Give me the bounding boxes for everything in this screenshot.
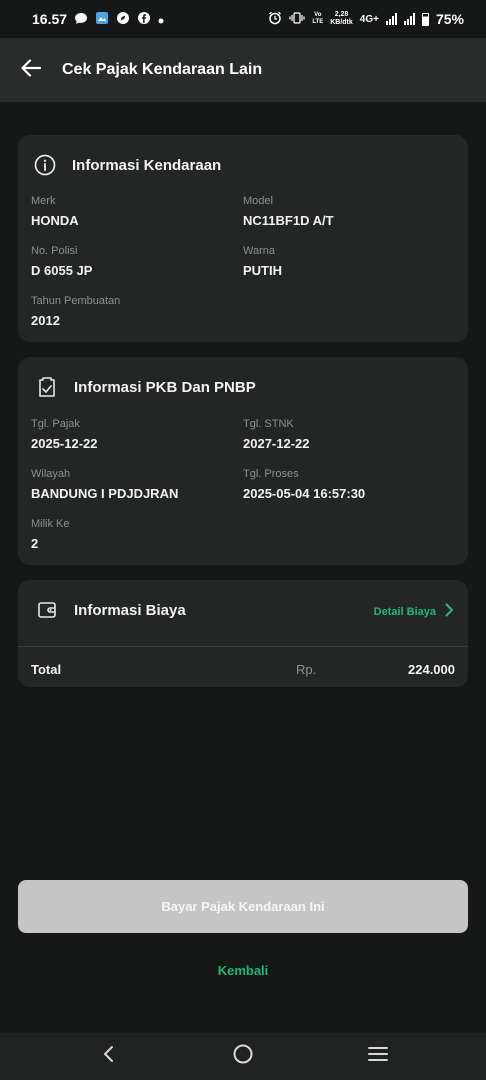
tgl-stnk-field: Tgl. STNK 2027-12-22 xyxy=(243,418,310,451)
tahun-value: 2012 xyxy=(31,313,60,328)
model-field: Model NC11BF1D A/T xyxy=(243,195,334,228)
chevron-right-icon xyxy=(444,603,454,620)
document-check-icon xyxy=(34,374,60,400)
merk-label: Merk xyxy=(31,195,56,207)
warna-field: Warna PUTIH xyxy=(243,245,282,278)
tgl-stnk-label: Tgl. STNK xyxy=(243,418,294,430)
milik-field: Milik Ke 2 xyxy=(31,518,70,551)
wilayah-label: Wilayah xyxy=(31,468,71,480)
milik-value: 2 xyxy=(31,536,39,551)
warna-value: PUTIH xyxy=(243,263,282,278)
app-notification-icon xyxy=(95,11,109,27)
volte-top: Vo xyxy=(314,12,322,18)
wilayah-value: BANDUNG I PDJDJRAN xyxy=(31,486,179,501)
facebook-icon xyxy=(137,11,151,27)
merk-value: HONDA xyxy=(31,213,79,228)
battery-icon xyxy=(421,12,429,26)
milik-label: Milik Ke xyxy=(31,518,70,530)
nav-home-button[interactable] xyxy=(218,1037,268,1077)
app-bar: Cek Pajak Kendaraan Lain xyxy=(0,38,486,102)
battery-percent: 75% xyxy=(435,11,464,27)
menu-lines-icon xyxy=(367,1046,389,1067)
tahun-label: Tahun Pembuatan xyxy=(31,295,121,307)
vibrate-icon xyxy=(289,12,305,26)
tgl-proses-field: Tgl. Proses 2025-05-04 16:57:30 xyxy=(243,468,365,501)
nav-recents-button[interactable] xyxy=(353,1037,403,1077)
network-speed: 2,28 KB/dtk xyxy=(330,11,353,27)
net-speed-unit: KB/dtk xyxy=(330,19,353,26)
kembali-link[interactable]: Kembali xyxy=(0,955,486,985)
cost-info-title: Informasi Biaya xyxy=(74,601,186,619)
tahun-field: Tahun Pembuatan 2012 xyxy=(31,295,120,328)
status-time: 16.57 xyxy=(32,11,68,27)
net-speed-value: 2,28 xyxy=(334,11,349,18)
nav-back-button[interactable] xyxy=(83,1037,133,1077)
tgl-pajak-field: Tgl. Pajak 2025-12-22 xyxy=(31,418,98,451)
arrow-left-icon xyxy=(21,58,42,82)
total-label: Total xyxy=(31,661,62,677)
wallet-icon xyxy=(34,597,60,623)
nopol-label: No. Polisi xyxy=(31,245,78,257)
chat-bubble-icon xyxy=(74,12,88,27)
tgl-proses-value: 2025-05-04 16:57:30 xyxy=(243,486,366,501)
wilayah-field: Wilayah BANDUNG I PDJDJRAN xyxy=(31,468,178,501)
vehicle-info-card: Informasi Kendaraan Merk HONDA Model NC1… xyxy=(18,135,468,342)
home-circle-icon xyxy=(232,1043,254,1070)
tgl-proses-label: Tgl. Proses xyxy=(243,468,299,480)
status-left: 16.57 xyxy=(32,11,164,27)
volte-badge: Vo LTE xyxy=(312,12,323,26)
alarm-icon xyxy=(268,11,282,27)
tgl-pajak-value: 2025-12-22 xyxy=(31,436,98,451)
vehicle-info-title: Informasi Kendaraan xyxy=(72,156,222,174)
page-title: Cek Pajak Kendaraan Lain xyxy=(62,61,263,78)
model-value: NC11BF1D A/T xyxy=(243,213,334,228)
cost-info-card: Informasi Biaya Detail Biaya Total Rp. 2… xyxy=(18,580,468,687)
vehicle-info-header: Informasi Kendaraan xyxy=(18,135,468,195)
system-nav-bar xyxy=(0,1033,486,1080)
merk-field: Merk HONDA xyxy=(31,195,79,228)
signal-2-icon xyxy=(403,13,415,25)
pay-tax-button[interactable]: Bayar Pajak Kendaraan Ini xyxy=(18,880,468,933)
signal-icon xyxy=(385,13,397,25)
pkb-info-header: Informasi PKB Dan PNBP xyxy=(18,357,468,417)
tgl-stnk-value: 2027-12-22 xyxy=(243,436,310,451)
warna-label: Warna xyxy=(243,245,275,257)
nopol-value: D 6055 JP xyxy=(31,263,93,278)
more-notifications-icon xyxy=(158,13,164,26)
status-right: Vo LTE 2,28 KB/dtk 4G+ 75% xyxy=(268,11,464,27)
detail-biaya-label: Detail Biaya xyxy=(373,605,436,618)
chevron-left-icon xyxy=(102,1045,114,1068)
status-bar: 16.57 Vo LTE 2,28 KB/dtk 4G+ 75% xyxy=(0,0,486,38)
tgl-pajak-label: Tgl. Pajak xyxy=(31,418,80,430)
compass-icon xyxy=(116,11,130,27)
network-type: 4G+ xyxy=(359,13,379,25)
cost-divider xyxy=(18,646,468,647)
detail-biaya-link[interactable]: Detail Biaya xyxy=(374,603,454,620)
total-row: Total Rp. 224.000 xyxy=(31,654,455,684)
pkb-info-card: Informasi PKB Dan PNBP Tgl. Pajak 2025-1… xyxy=(18,357,468,565)
model-label: Model xyxy=(243,195,273,207)
pkb-info-title: Informasi PKB Dan PNBP xyxy=(74,378,256,396)
total-amount: 224.000 xyxy=(408,661,455,677)
back-button[interactable] xyxy=(0,38,62,102)
currency-label: Rp. xyxy=(296,661,317,677)
info-circle-icon xyxy=(32,152,58,178)
nopol-field: No. Polisi D 6055 JP xyxy=(31,245,92,278)
volte-bottom: LTE xyxy=(312,19,324,25)
